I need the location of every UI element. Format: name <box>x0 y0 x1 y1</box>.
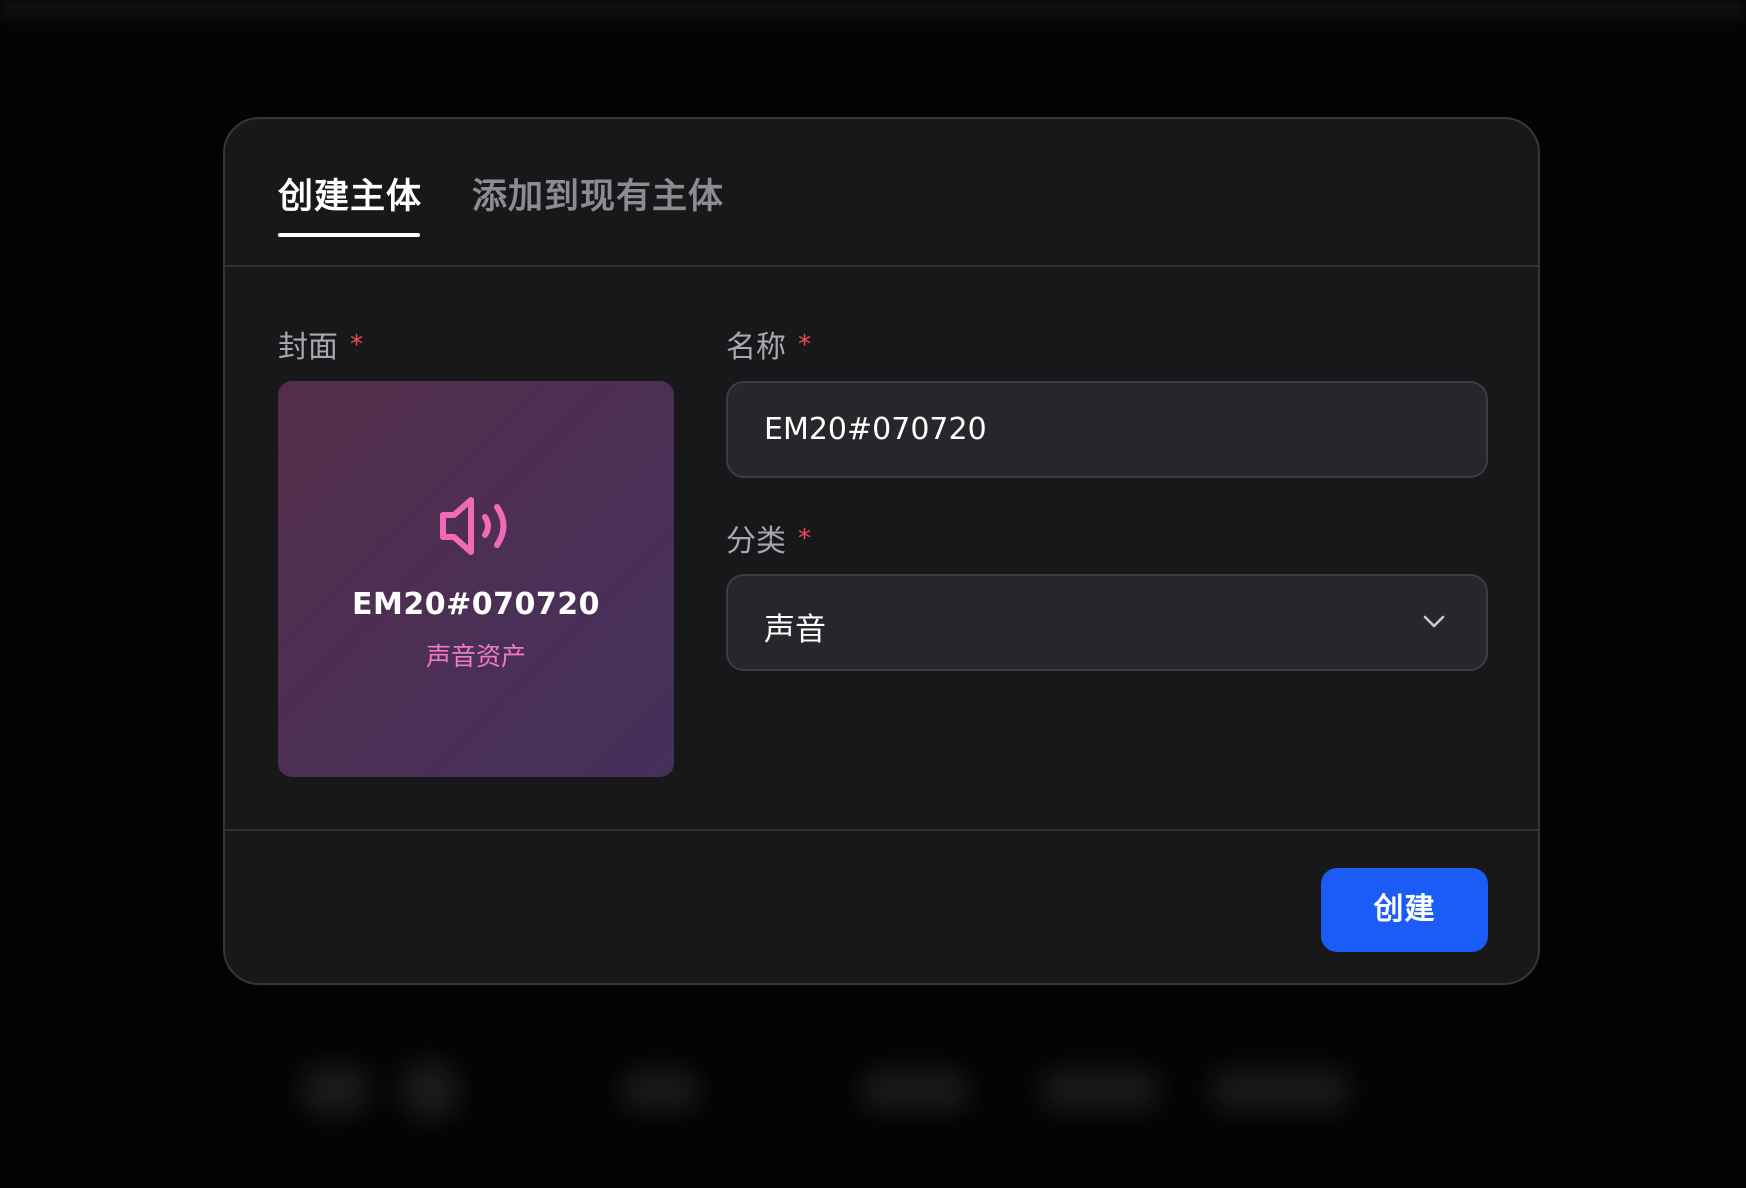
name-input[interactable] <box>764 383 1444 476</box>
name-field <box>726 381 1488 478</box>
name-label: 名称 * <box>726 322 811 366</box>
tab-add-to-existing-subject[interactable]: 添加到现有主体 <box>472 168 724 219</box>
blurred-top-bar <box>0 0 1746 30</box>
blurred-background-toolbar <box>260 1045 1490 1135</box>
required-mark: * <box>798 330 811 360</box>
category-label-text: 分类 <box>726 524 786 559</box>
cover-label: 封面 * <box>278 322 363 366</box>
required-mark: * <box>798 524 811 554</box>
active-tab-indicator <box>278 233 420 237</box>
cover-preview[interactable]: EM20#070720 声音资产 <box>278 381 674 777</box>
tab-bar: 创建主体 添加到现有主体 <box>225 119 1538 267</box>
cover-title: EM20#070720 <box>352 587 600 622</box>
footer-divider <box>225 829 1538 831</box>
cover-subtitle: 声音资产 <box>425 642 526 671</box>
tab-create-subject[interactable]: 创建主体 <box>278 168 422 219</box>
chevron-down-icon <box>1423 615 1445 628</box>
cover-label-text: 封面 <box>278 330 338 365</box>
create-button[interactable]: 创建 <box>1321 868 1488 952</box>
create-subject-dialog: 创建主体 添加到现有主体 封面 * EM20#070720 声音资产 名称 * 分类… <box>223 117 1540 985</box>
required-mark: * <box>350 330 363 360</box>
name-label-text: 名称 <box>726 330 786 365</box>
category-selected-value: 声音 <box>764 612 826 648</box>
category-select[interactable]: 声音 <box>726 574 1488 671</box>
speaker-volume-icon <box>440 497 507 555</box>
category-label: 分类 * <box>726 516 811 560</box>
